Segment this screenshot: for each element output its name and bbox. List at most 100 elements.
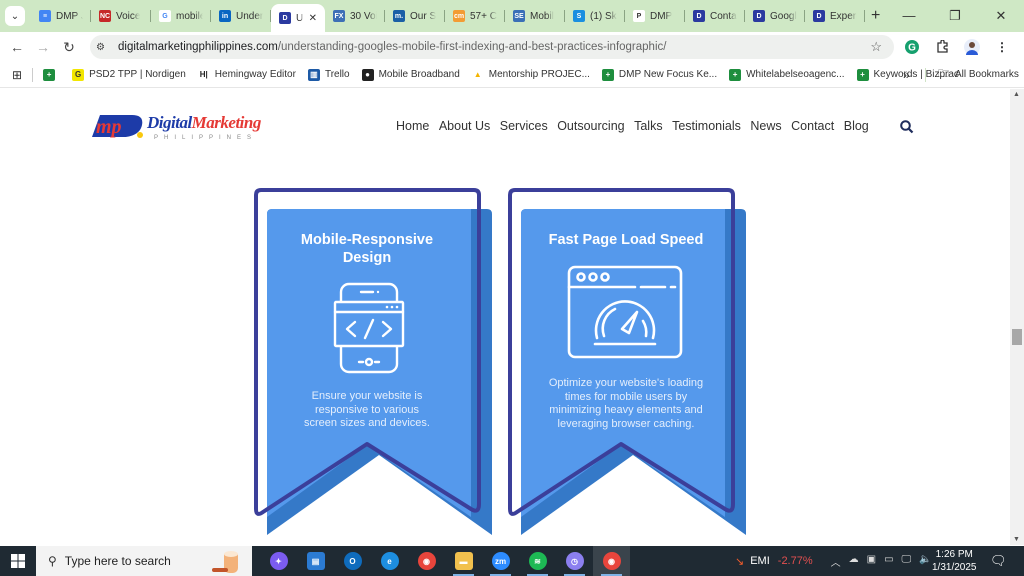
show-hidden-icons-chevron[interactable]: ︿ (831, 554, 841, 569)
scroll-down-arrow[interactable]: ▼ (1013, 536, 1020, 543)
taskbar-app-zoom[interactable]: zm (482, 546, 519, 576)
browser-tab[interactable]: S (1) Sk (565, 4, 625, 28)
tabs: ≡ DMP J NC Voice Gmobile in Under D U ✕ FX 30 Voi m.… (31, 0, 865, 32)
desc-line: screen sizes and devices. (304, 417, 430, 429)
url-text[interactable]: digitalmarketingphilippines.com/understa… (118, 41, 666, 53)
bookmark-item[interactable]: ▥ Trello (307, 68, 350, 81)
meet-now-icon[interactable]: ▣ (867, 554, 876, 569)
browser-tab[interactable]: D Experi (805, 4, 865, 28)
bookmark-label: DMP New Focus Ke... (618, 69, 718, 80)
battery-icon[interactable]: ▭ (884, 554, 893, 569)
clock[interactable]: 1:26 PM 1/31/2025 (932, 548, 977, 574)
bookmark-label: PSD2 TPP | Nordigen (89, 69, 186, 80)
browser-tab[interactable]: D U ✕ (271, 4, 325, 32)
browser-tab[interactable]: NC Voice (91, 4, 151, 28)
browser-tab[interactable]: D Googl (745, 4, 805, 28)
onedrive-icon[interactable]: ☁ (849, 554, 859, 569)
notifications-icon[interactable]: 🗨 (990, 553, 1007, 569)
desc-line: responsive to various (315, 403, 419, 416)
taskbar-app-chrome-profile[interactable]: ◉ (593, 546, 630, 576)
bookmark-item[interactable]: ▲ Mentorship PROJEC... (472, 69, 590, 81)
search-icon: ⚲ (48, 554, 57, 568)
stock-name[interactable]: EMI (750, 555, 770, 567)
extensions-icon[interactable] (934, 39, 950, 55)
minimize-button[interactable]: — (886, 8, 932, 24)
bookmark-item[interactable]: ● Mobile Broadband (361, 68, 460, 81)
windows-logo-icon (11, 554, 25, 568)
taskbar-app-copilot[interactable]: ✦ (260, 546, 297, 576)
browser-tab[interactable]: m. Our S (385, 4, 445, 28)
bookmark-item[interactable]: + Whitelabelseoagenc... (729, 68, 845, 81)
site-logo[interactable]: mp DigitalMarketing PHILIPPINES (90, 109, 270, 145)
start-button[interactable] (0, 554, 36, 568)
nav-link-testimonials[interactable]: Testimonials (672, 119, 741, 133)
bookmark-item[interactable]: G PSD2 TPP | Nordigen (72, 68, 186, 81)
browser-tab[interactable]: Gmobile (151, 4, 211, 28)
taskbar-app-chrome[interactable]: ◉ (408, 546, 445, 576)
volume-icon[interactable]: 🔈 (919, 554, 931, 569)
forward-button[interactable]: → (30, 39, 56, 55)
nav-link-home[interactable]: Home (396, 119, 429, 133)
windows-taskbar: ⚲ Type here to search ✦ ▤ Oe ◉ ▬ zm ≋ ◷ ◉ ↘ EMI … (0, 546, 1024, 576)
nav-link-contact[interactable]: Contact (791, 119, 834, 133)
scroll-up-arrow[interactable]: ▲ (1013, 91, 1020, 98)
bookmark-item[interactable]: + (43, 68, 60, 81)
taskbar-app-store[interactable]: ▤ (297, 546, 334, 576)
address-bar[interactable]: ⚙ digitalmarketingphilippines.com/unders… (90, 35, 894, 59)
bookmark-label: Trello (324, 69, 350, 80)
taskbar-app-spotify[interactable]: ≋ (519, 546, 556, 576)
page-scrollbar[interactable]: ▲ ▼ (1010, 89, 1024, 545)
site-search-icon[interactable] (900, 120, 914, 137)
browser-tab[interactable]: in Under (211, 4, 271, 28)
taskbar-app-clockify[interactable]: ◷ (556, 546, 593, 576)
browser-tab[interactable]: ≡ DMP J (31, 4, 91, 28)
taskbar-app-outlook[interactable]: O (334, 546, 371, 576)
menu-kebab-icon[interactable]: ⋮ (994, 39, 1010, 55)
site-info-icon[interactable]: ⚙ (96, 42, 110, 53)
more-bookmarks-button[interactable]: » (903, 68, 910, 82)
tab-title: 30 Voi (350, 10, 377, 22)
browser-tab[interactable]: SE Mobil (505, 4, 565, 28)
taskbar-search-box[interactable]: ⚲ Type here to search (36, 546, 252, 576)
bookmark-item[interactable]: + DMP New Focus Ke... (601, 68, 718, 81)
tab-strip: ⌄ ≡ DMP J NC Voice Gmobile in Under D U ✕ FX 30 Voi… (0, 0, 1024, 32)
browser-tab[interactable]: cm 57+ C (445, 4, 505, 28)
grammarly-icon[interactable]: G (904, 39, 920, 55)
docs-icon: ≡ (39, 10, 51, 22)
chrome-icon: ◉ (417, 552, 436, 570)
nav-link-services[interactable]: Services (500, 119, 548, 133)
taskbar-app-edge[interactable]: e (371, 546, 408, 576)
new-tab-button[interactable]: + (871, 7, 880, 25)
nav-link-blog[interactable]: Blog (844, 119, 869, 133)
restore-button[interactable]: ❐ (932, 8, 978, 24)
tray-icons: ︿ ☁ ▣ ▭ 🖵 🔈 (831, 554, 932, 569)
reload-button[interactable]: ↻ (56, 39, 82, 56)
tab-search-button[interactable]: ⌄ (5, 6, 25, 26)
divider (925, 67, 926, 82)
cm-icon: cm (453, 10, 465, 22)
back-button[interactable]: ← (4, 39, 30, 55)
tab-title: (1) Sk (590, 10, 617, 22)
bookmark-item[interactable]: H| Hemingway Editor (198, 69, 296, 81)
dmp-icon: D (693, 10, 705, 22)
scrollbar-thumb[interactable] (1012, 329, 1022, 345)
nav-link-talks[interactable]: Talks (634, 119, 662, 133)
nav-link-about-us[interactable]: About Us (439, 119, 490, 133)
nav-link-outsourcing[interactable]: Outsourcing (557, 119, 624, 133)
bookmark-label: Mentorship PROJEC... (488, 69, 590, 80)
bookmark-label: Whitelabelseoagenc... (746, 69, 845, 80)
browser-tab[interactable]: P DMP (625, 4, 685, 28)
apps-grid-icon[interactable]: ⊞ (12, 68, 22, 82)
browser-tab[interactable]: FX 30 Voi (325, 4, 385, 28)
taskbar-app-file-explorer[interactable]: ▬ (445, 546, 482, 576)
close-window-button[interactable]: ✕ (978, 8, 1024, 24)
bookmark-label: Mobile Broadband (378, 69, 460, 80)
profile-avatar[interactable] (964, 39, 980, 55)
nav-link-news[interactable]: News (750, 119, 781, 133)
main-nav: Home About Us Services Outsourcing Talks Test… (396, 119, 878, 133)
browser-tab[interactable]: D Conta (685, 4, 745, 28)
bookmark-star-icon[interactable]: ☆ (870, 39, 882, 55)
close-tab-icon[interactable]: ✕ (309, 13, 317, 24)
network-icon[interactable]: 🖵 (902, 554, 912, 569)
all-bookmarks-button[interactable]: 🗀 All Bookmarks (938, 65, 1019, 84)
